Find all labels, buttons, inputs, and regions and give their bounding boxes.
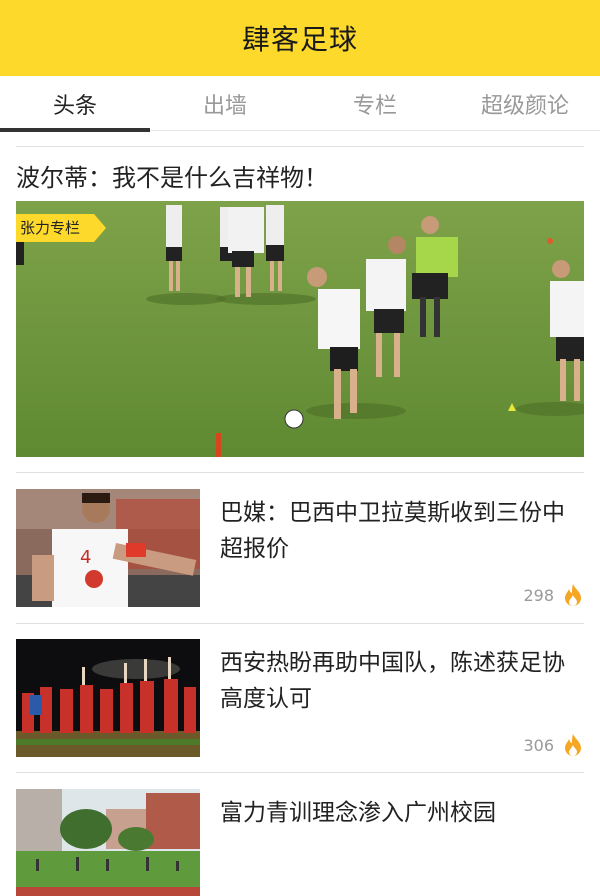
svg-text:4: 4 (80, 547, 91, 568)
flame-icon (565, 584, 581, 606)
tab-columns[interactable]: 专栏 (300, 76, 450, 131)
divider (16, 623, 584, 624)
list-item[interactable]: 西安热盼再助中国队，陈述获足协高度认可 306 (16, 639, 584, 757)
divider (16, 472, 584, 473)
hero-article-title[interactable]: 波尔蒂：我不是什么吉祥物！ (16, 158, 328, 193)
app-header: 肆客足球 (0, 0, 600, 76)
news-thumbnail (16, 639, 200, 757)
app-title: 肆客足球 (241, 23, 358, 56)
heat-count: 306 (523, 735, 554, 755)
news-thumbnail: 4 (16, 489, 200, 607)
tab-offwall[interactable]: 出墙 (150, 76, 300, 131)
column-tag: 张力专栏 (16, 214, 106, 242)
news-title: 巴媒：巴西中卫拉莫斯收到三份中超报价 (220, 500, 565, 562)
divider (16, 146, 584, 147)
divider (16, 772, 584, 773)
category-tabs: 头条 出墙 专栏 超级颜论 (0, 76, 600, 132)
heat-count: 298 (523, 585, 554, 605)
tab-super-looks[interactable]: 超级颜论 (450, 76, 600, 131)
list-item[interactable]: 富力青训理念渗入广州校园 334 (16, 789, 584, 896)
news-meta: 298 (523, 583, 584, 607)
news-thumbnail (16, 789, 200, 896)
news-title: 西安热盼再助中国队，陈述获足协高度认可 (220, 650, 565, 712)
hero-article-image[interactable] (16, 201, 584, 457)
flame-icon (565, 734, 581, 756)
news-meta: 306 (523, 733, 584, 757)
news-title: 富力青训理念渗入广州校园 (220, 800, 496, 826)
tab-headlines[interactable]: 头条 (0, 76, 150, 132)
list-item[interactable]: 4 巴媒：巴西中卫拉莫斯收到三份中超报价 298 (16, 489, 584, 607)
